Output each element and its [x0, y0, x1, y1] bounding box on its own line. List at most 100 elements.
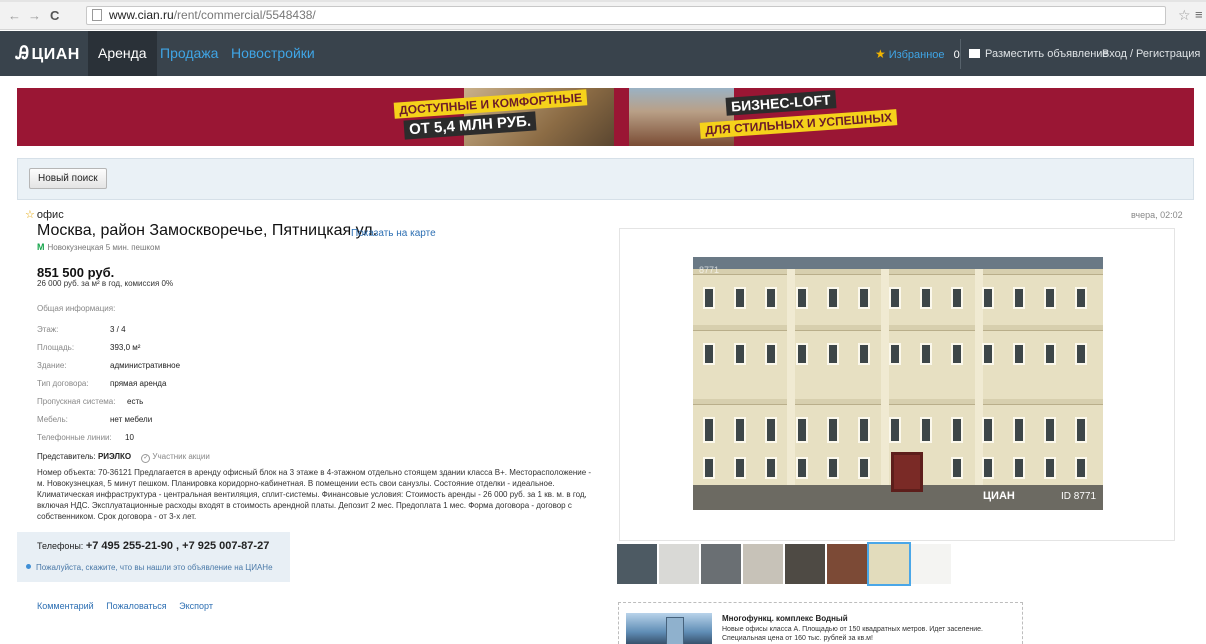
complain-link[interactable]: Пожаловаться	[106, 601, 166, 611]
reload-icon[interactable]: C	[50, 8, 59, 23]
phone-note: Пожалуйста, скажите, что вы нашли это об…	[26, 563, 273, 572]
back-arrow-icon[interactable]: ←	[8, 8, 21, 23]
prop-key: Тип договора:	[37, 379, 89, 388]
banner-text-loft: БИЗНЕС-LOFT	[725, 90, 837, 116]
facade-window	[734, 287, 746, 309]
page-icon	[92, 9, 102, 21]
metro-station[interactable]: Новокузнецкая 5 мин. пешком	[48, 243, 160, 252]
facade-pilaster	[787, 269, 795, 510]
facade-window	[765, 457, 777, 479]
facade-window	[951, 457, 963, 479]
site-header: Ꭿ ЦИАН Аренда Продажа Новостройки ★ Избран…	[0, 31, 1206, 76]
prop-row: Этаж: 3 / 4	[37, 321, 180, 339]
facade-window	[796, 417, 808, 443]
facade-window	[858, 457, 870, 479]
photo-thumbnail[interactable]	[867, 542, 911, 586]
login-link[interactable]: Вход / Регистрация	[1102, 31, 1200, 76]
photo-thumbnail[interactable]	[911, 544, 951, 584]
facade-window	[796, 457, 808, 479]
facade-window	[765, 343, 777, 365]
ad-description: Новые офисы класса А. Площадью от 150 кв…	[722, 626, 983, 642]
phone-box: Телефоны: +7 495 255-21-90 , +7 925 007-…	[17, 532, 290, 582]
facade-window	[982, 287, 994, 309]
phone-label: Телефоны:	[37, 541, 84, 551]
facade-window	[982, 343, 994, 365]
logo-text: ЦИАН	[31, 46, 80, 63]
agent-name[interactable]: РИЭЛКО	[98, 452, 131, 461]
prop-key: Мебель:	[37, 415, 68, 424]
address-bar[interactable]: www.cian.ru/rent/commercial/5548438/	[86, 6, 1166, 25]
facade-window	[1013, 287, 1025, 309]
show-on-map-link[interactable]: Показать на карте	[351, 228, 436, 239]
favorites-star-icon: ★	[875, 47, 886, 61]
facade-window	[1013, 457, 1025, 479]
photo-thumbnail[interactable]	[659, 544, 699, 584]
prop-value: административное	[110, 361, 181, 370]
prop-row: Здание: административное	[37, 357, 180, 375]
nav-tab-rent[interactable]: Аренда	[88, 31, 157, 76]
prop-value: есть	[127, 397, 144, 406]
listing-title: Москва, район Замоскворечье, Пятницкая у…	[37, 222, 378, 239]
photo-thumbnail[interactable]	[785, 544, 825, 584]
comment-link[interactable]: Комментарий	[37, 601, 94, 611]
add-favorite-star-icon[interactable]: ☆	[25, 209, 35, 221]
facade-window	[1075, 343, 1087, 365]
facade-window	[951, 417, 963, 443]
phone-numbers[interactable]: +7 495 255-21-90 , +7 925 007-87-27	[86, 540, 269, 552]
photo-watermark-id: ID 8771	[1061, 491, 1097, 502]
new-search-button[interactable]: Новый поиск	[29, 168, 107, 189]
prop-value: 10	[125, 433, 134, 442]
post-ad-link[interactable]: Разместить объявление	[969, 31, 1109, 76]
main-photo[interactable]: 8771 ЦИАН ID 8771	[693, 257, 1103, 510]
phone-line: Телефоны: +7 495 255-21-90 , +7 925 007-…	[37, 540, 269, 552]
nav-tab-new-buildings[interactable]: Новостройки	[221, 31, 325, 76]
facade-window	[858, 343, 870, 365]
ad-banner[interactable]: ДОСТУПНЫЕ И КОМФОРТНЫЕ ОТ 5,4 МЛН РУБ. Б…	[17, 88, 1194, 146]
favorites-count: 0	[953, 49, 960, 61]
facade-window	[703, 343, 715, 365]
photo-door	[891, 452, 923, 492]
logo-mark-icon: Ꭿ	[16, 43, 30, 63]
cian-logo[interactable]: Ꭿ ЦИАН	[16, 43, 80, 64]
facade-cornice	[693, 269, 1103, 275]
facade-window	[734, 417, 746, 443]
photo-thumbnail[interactable]	[617, 544, 657, 584]
search-bar: Новый поиск	[17, 158, 1194, 200]
bookmark-star-icon[interactable]: ☆	[1178, 7, 1191, 24]
facade-window	[1075, 287, 1087, 309]
facade-window	[827, 343, 839, 365]
facade-window	[1075, 417, 1087, 443]
facade-window	[889, 343, 901, 365]
facade-window	[1044, 343, 1056, 365]
prop-value: нет мебели	[110, 415, 153, 424]
browser-menu-icon[interactable]: ≡	[1195, 7, 1203, 22]
facade-window	[1075, 457, 1087, 479]
ad-tower-shape	[666, 617, 684, 644]
facade-window	[734, 343, 746, 365]
listing-type: ☆ офис	[25, 208, 64, 221]
prop-row: Пропускная система: есть	[37, 393, 180, 411]
facade-window	[765, 287, 777, 309]
prop-row: Площадь: 393,0 м²	[37, 339, 180, 357]
url-path: /rent/commercial/5548438/	[173, 8, 316, 22]
favorites-link[interactable]: ★ Избранное 0	[875, 31, 960, 76]
prop-row: Мебель: нет мебели	[37, 411, 180, 429]
nav-tab-sale[interactable]: Продажа	[150, 31, 228, 76]
export-link[interactable]: Экспорт	[179, 601, 213, 611]
photo-thumbnail[interactable]	[743, 544, 783, 584]
browser-chrome: ← → C www.cian.ru/rent/commercial/554843…	[0, 0, 1206, 30]
ad-title[interactable]: Многофункц. комплекс Водный	[722, 614, 848, 623]
header-divider	[960, 39, 961, 69]
prop-row: Телефонные линии: 10	[37, 429, 180, 447]
facade-cornice	[693, 399, 1103, 405]
facade-window	[827, 457, 839, 479]
sidebar-ad[interactable]: Многофункц. комплекс Водный Новые офисы …	[618, 602, 1023, 644]
photo-thumbnail[interactable]	[701, 544, 741, 584]
prop-row: Тип договора: прямая аренда	[37, 375, 180, 393]
facade-window	[1044, 417, 1056, 443]
forward-arrow-icon[interactable]: →	[28, 8, 41, 23]
facade-window	[1044, 287, 1056, 309]
photo-thumbnail[interactable]	[827, 544, 867, 584]
facade-window	[920, 287, 932, 309]
general-info-heading: Общая информация:	[37, 304, 116, 313]
